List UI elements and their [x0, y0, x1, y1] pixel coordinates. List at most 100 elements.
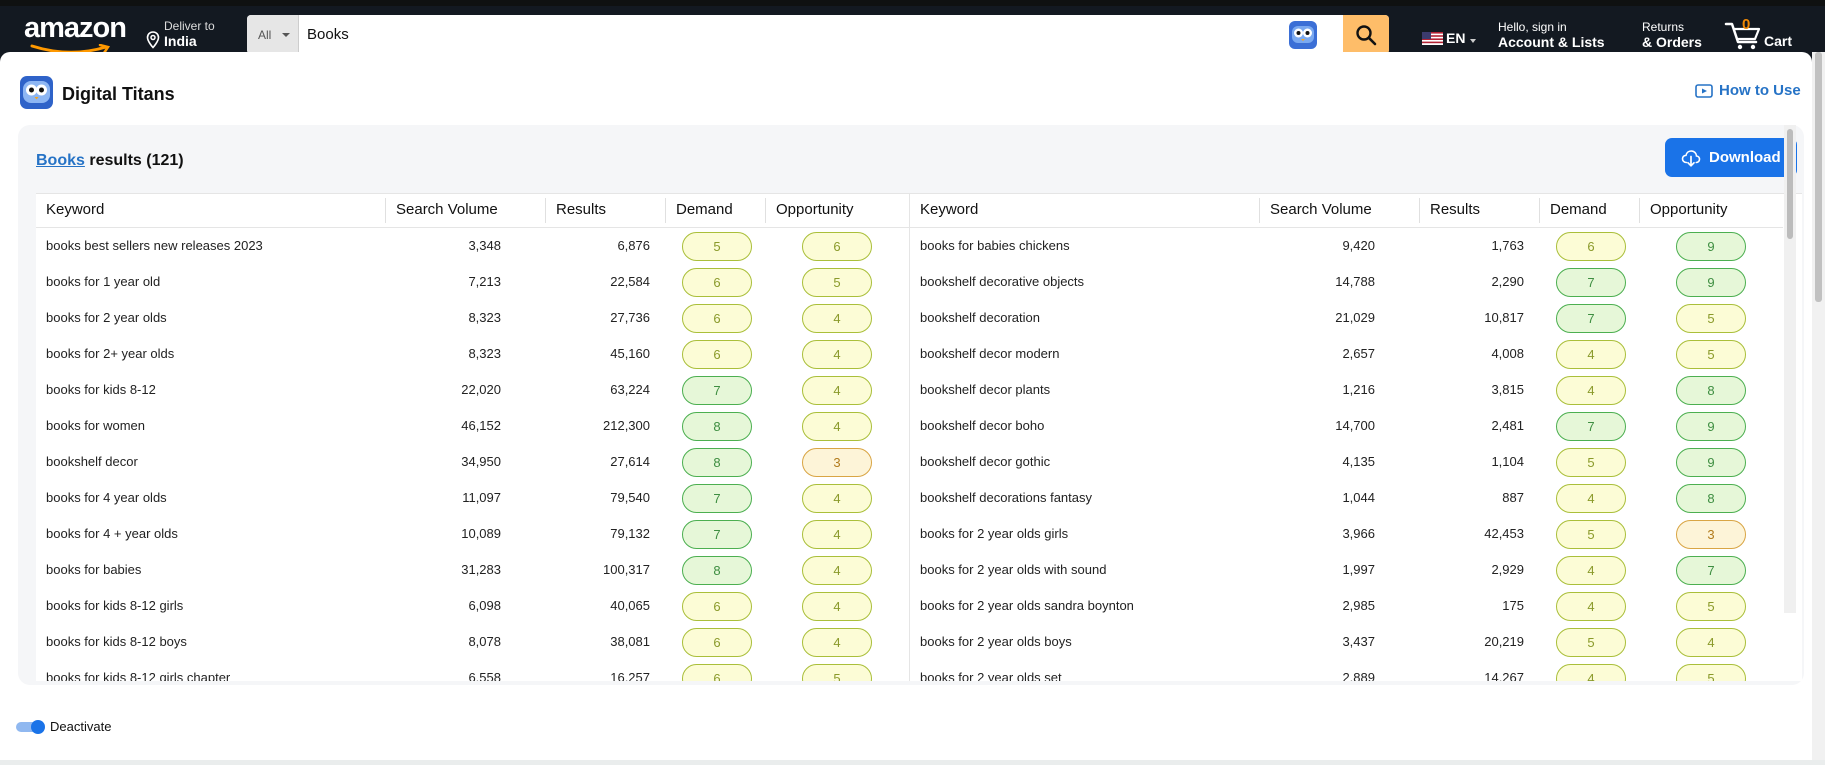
keyword-cell[interactable]: books for babies chickens: [920, 228, 1070, 264]
table-row[interactable]: bookshelf decorations fantasy 1,044 887 4 8: [910, 480, 1783, 516]
table-row[interactable]: books for 4 year olds 11,097 79,540 7 4: [36, 480, 909, 516]
table-row[interactable]: bookshelf decor plants 1,216 3,815 4 8: [910, 372, 1783, 408]
column-header-label: Keyword: [920, 201, 979, 218]
volume-cell: 2,657: [1342, 346, 1375, 361]
column-header-label: Demand: [1550, 201, 1607, 218]
table-row[interactable]: bookshelf decorative objects 14,788 2,290 7…: [910, 264, 1783, 300]
keyword-table-right: Keyword Search Volume Results Demand Opportu…: [909, 194, 1783, 681]
keyword-cell[interactable]: bookshelf decor modern: [920, 336, 1059, 372]
search-category-label: All: [258, 28, 272, 42]
search-category-dropdown[interactable]: All: [247, 15, 299, 54]
table-row[interactable]: books for kids 8-12 girls 6,098 40,065 6 4: [36, 588, 909, 624]
table-row[interactable]: books for 2 year olds girls 3,966 42,453 5 3: [910, 516, 1783, 552]
keyword-cell[interactable]: bookshelf decorations fantasy: [920, 480, 1092, 516]
keyword-cell[interactable]: books for kids 8-12 boys: [46, 624, 187, 660]
keyword-cell[interactable]: books for 2 year olds girls: [920, 516, 1068, 552]
results-cell: 79,540: [610, 490, 650, 505]
table-row[interactable]: bookshelf decor 34,950 27,614 8 3: [36, 444, 909, 480]
opportunity-score-badge: 5: [1676, 592, 1746, 621]
table-row[interactable]: books for kids 8-12 22,020 63,224 7 4: [36, 372, 909, 408]
table-row[interactable]: books for 2+ year olds 8,323 45,160 6 4: [36, 336, 909, 372]
keyword-cell[interactable]: books for 2 year olds: [46, 300, 167, 336]
page-scrollbar[interactable]: [1812, 52, 1825, 760]
keyword-cell[interactable]: books for kids 8-12 girls chapter: [46, 660, 230, 681]
how-to-use-link[interactable]: How to Use: [1695, 82, 1805, 102]
keyword-cell[interactable]: books for 2 year olds with sound: [920, 552, 1106, 588]
column-header-opportunity-left[interactable]: Opportunity: [766, 194, 909, 227]
table-row[interactable]: books for 2 year olds sandra boynton 2,98…: [910, 588, 1783, 624]
volume-cell: 14,700: [1335, 418, 1375, 433]
table-row[interactable]: bookshelf decor boho 14,700 2,481 7 9: [910, 408, 1783, 444]
table-row[interactable]: bookshelf decor gothic 4,135 1,104 5 9: [910, 444, 1783, 480]
opportunity-score-badge: 8: [1676, 376, 1746, 405]
returns-and-orders[interactable]: Returns & Orders: [1642, 20, 1712, 50]
demand-score-badge: 6: [682, 268, 752, 297]
keyword-cell[interactable]: books for 2 year olds boys: [920, 624, 1072, 660]
demand-score-badge: 7: [1556, 412, 1626, 441]
page-scrollbar-thumb[interactable]: [1815, 52, 1822, 302]
language-selector[interactable]: EN: [1422, 30, 1478, 46]
keyword-cell[interactable]: books for 2+ year olds: [46, 336, 174, 372]
keyword-cell[interactable]: bookshelf decor boho: [920, 408, 1044, 444]
table-row[interactable]: books for 2 year olds with sound 1,997 2,9…: [910, 552, 1783, 588]
column-header-keyword-left[interactable]: Keyword: [36, 194, 386, 227]
account-and-lists[interactable]: Hello, sign in Account & Lists: [1498, 20, 1623, 50]
table-row[interactable]: books for 2 year olds 8,323 27,736 6 4: [36, 300, 909, 336]
keyword-cell[interactable]: books best sellers new releases 2023: [46, 228, 263, 264]
demand-score-badge: 4: [1556, 376, 1626, 405]
column-header-demand-right[interactable]: Demand: [1540, 194, 1640, 227]
results-cell: 16,257: [610, 670, 650, 681]
volume-cell: 7,213: [468, 274, 501, 289]
column-header-label: Keyword: [46, 201, 105, 218]
results-cell: 40,065: [610, 598, 650, 613]
keyword-cell[interactable]: books for 2 year olds set: [920, 660, 1062, 681]
search-submit-button[interactable]: [1343, 15, 1389, 54]
keyword-cell[interactable]: books for 4 + year olds: [46, 516, 178, 552]
results-keyword-link[interactable]: Books: [36, 152, 85, 169]
keyword-cell[interactable]: bookshelf decor: [46, 444, 138, 480]
table-row[interactable]: books for kids 8-12 girls chapter 6,558 16…: [36, 660, 909, 681]
column-header-results-left[interactable]: Results: [546, 194, 666, 227]
table-row[interactable]: books for women 46,152 212,300 8 4: [36, 408, 909, 444]
column-header-results-right[interactable]: Results: [1420, 194, 1540, 227]
keyword-cell[interactable]: bookshelf decor gothic: [920, 444, 1050, 480]
keyword-cell[interactable]: books for women: [46, 408, 145, 444]
column-header-demand-left[interactable]: Demand: [666, 194, 766, 227]
table-row[interactable]: bookshelf decor modern 2,657 4,008 4 5: [910, 336, 1783, 372]
table-row[interactable]: bookshelf decoration 21,029 10,817 7 5: [910, 300, 1783, 336]
keyword-cell[interactable]: books for 2 year olds sandra boynton: [920, 588, 1134, 624]
demand-score-badge: 7: [682, 484, 752, 513]
demand-score-badge: 4: [1556, 340, 1626, 369]
table-row[interactable]: books for 2 year olds boys 3,437 20,219 5 4: [910, 624, 1783, 660]
results-cell: 175: [1502, 598, 1524, 613]
table-scrollbar[interactable]: [1784, 125, 1796, 613]
table-row[interactable]: books for babies 31,283 100,317 8 4: [36, 552, 909, 588]
search-input[interactable]: [299, 15, 1339, 54]
table-row[interactable]: books for 1 year old 7,213 22,584 6 5: [36, 264, 909, 300]
deactivate-toggle[interactable]: [16, 720, 45, 734]
keyword-cell[interactable]: books for 1 year old: [46, 264, 160, 300]
keyword-cell[interactable]: books for kids 8-12: [46, 372, 156, 408]
column-header-volume-left[interactable]: Search Volume: [386, 194, 546, 227]
keyword-cell[interactable]: bookshelf decor plants: [920, 372, 1050, 408]
column-header-opportunity-right[interactable]: Opportunity: [1640, 194, 1783, 227]
download-button[interactable]: Download: [1665, 138, 1797, 177]
keyword-cell[interactable]: bookshelf decoration: [920, 300, 1040, 336]
table-row[interactable]: books for babies chickens 9,420 1,763 6 9: [910, 228, 1783, 264]
keyword-cell[interactable]: books for babies: [46, 552, 141, 588]
digital-titans-owl-icon[interactable]: [1289, 21, 1317, 49]
amazon-logo[interactable]: amazon: [24, 14, 127, 55]
table-row[interactable]: books for 4 + year olds 10,089 79,132 7 4: [36, 516, 909, 552]
table-row[interactable]: books for kids 8-12 boys 8,078 38,081 6 4: [36, 624, 909, 660]
demand-score-badge: 4: [1556, 592, 1626, 621]
keyword-cell[interactable]: books for 4 year olds: [46, 480, 167, 516]
keyword-cell[interactable]: bookshelf decorative objects: [920, 264, 1084, 300]
cart-count: 0: [1742, 16, 1751, 33]
table-scrollbar-thumb[interactable]: [1787, 129, 1793, 239]
table-row[interactable]: books for 2 year olds set 2,889 14,267 4 5: [910, 660, 1783, 681]
column-header-volume-right[interactable]: Search Volume: [1260, 194, 1420, 227]
cart-button[interactable]: 0 Cart: [1724, 16, 1804, 52]
column-header-keyword-right[interactable]: Keyword: [910, 194, 1260, 227]
keyword-cell[interactable]: books for kids 8-12 girls: [46, 588, 183, 624]
table-row[interactable]: books best sellers new releases 2023 3,34…: [36, 228, 909, 264]
